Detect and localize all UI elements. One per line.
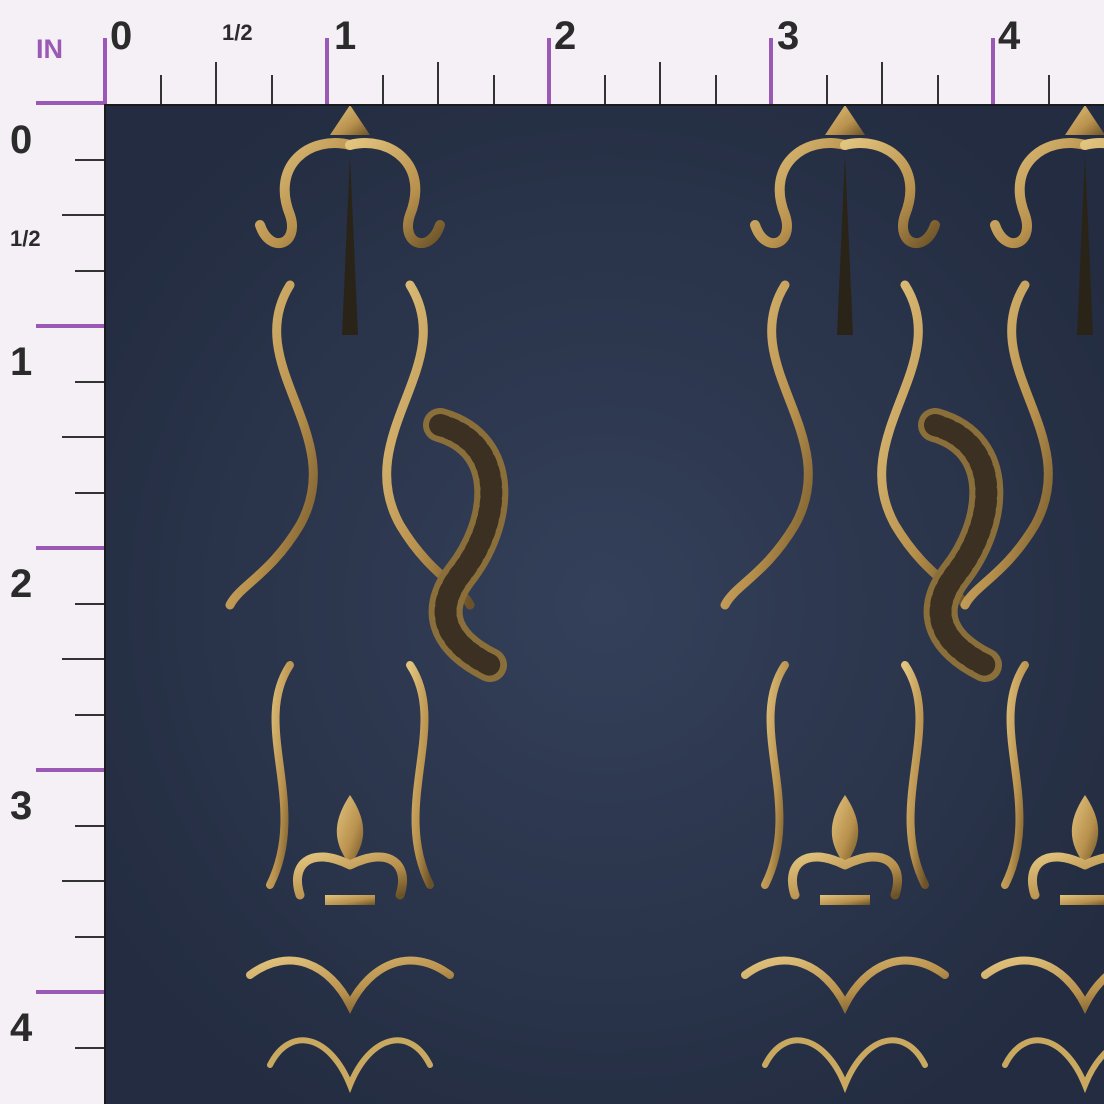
left-tick <box>75 381 104 383</box>
swatch-border-top <box>105 104 1104 106</box>
top-label-3: 3 <box>777 14 800 58</box>
left-tick-2 <box>36 546 104 550</box>
left-label-3: 3 <box>10 784 33 828</box>
top-tick <box>715 75 717 104</box>
damask-pattern <box>105 105 1104 1104</box>
top-label-2: 2 <box>554 14 577 58</box>
top-tick-1 <box>325 38 329 104</box>
top-tick-2 <box>547 38 551 104</box>
left-tick <box>75 714 104 716</box>
top-tick <box>1048 75 1050 104</box>
top-tick <box>215 62 217 104</box>
left-tick <box>62 880 104 882</box>
left-tick <box>75 825 104 827</box>
left-label-1: 1 <box>10 340 33 384</box>
left-label-4: 4 <box>10 1006 33 1050</box>
top-tick <box>881 62 883 104</box>
top-label-half: 1/2 <box>222 20 253 45</box>
top-tick <box>160 75 162 104</box>
top-tick <box>382 75 384 104</box>
left-tick-3 <box>36 768 104 772</box>
left-tick-4 <box>36 990 104 994</box>
left-ruler: 0 1/2 1 2 3 4 <box>0 0 105 1104</box>
left-label-2: 2 <box>10 562 33 606</box>
left-tick <box>75 936 104 938</box>
top-tick <box>937 75 939 104</box>
left-label-0: 0 <box>10 118 33 162</box>
left-tick <box>75 492 104 494</box>
left-tick-1 <box>36 324 104 328</box>
swatch-border-left <box>104 104 106 1104</box>
top-label-1: 1 <box>334 14 357 58</box>
left-tick <box>75 1047 104 1049</box>
top-label-4: 4 <box>998 14 1021 58</box>
top-ruler: 0 1/2 1 2 3 4 <box>0 0 1104 105</box>
top-tick <box>659 62 661 104</box>
left-tick <box>62 658 104 660</box>
top-tick-4 <box>991 38 995 104</box>
left-tick <box>62 436 104 438</box>
left-tick <box>62 214 104 216</box>
top-label-0: 0 <box>110 14 133 58</box>
top-tick <box>493 75 495 104</box>
top-tick-3 <box>769 38 773 104</box>
top-tick <box>826 75 828 104</box>
left-tick <box>75 270 104 272</box>
top-tick <box>271 75 273 104</box>
left-tick <box>75 159 104 161</box>
left-tick <box>75 603 104 605</box>
fabric-swatch <box>105 105 1104 1104</box>
top-tick <box>437 62 439 104</box>
top-tick <box>604 75 606 104</box>
left-label-half: 1/2 <box>10 226 41 251</box>
